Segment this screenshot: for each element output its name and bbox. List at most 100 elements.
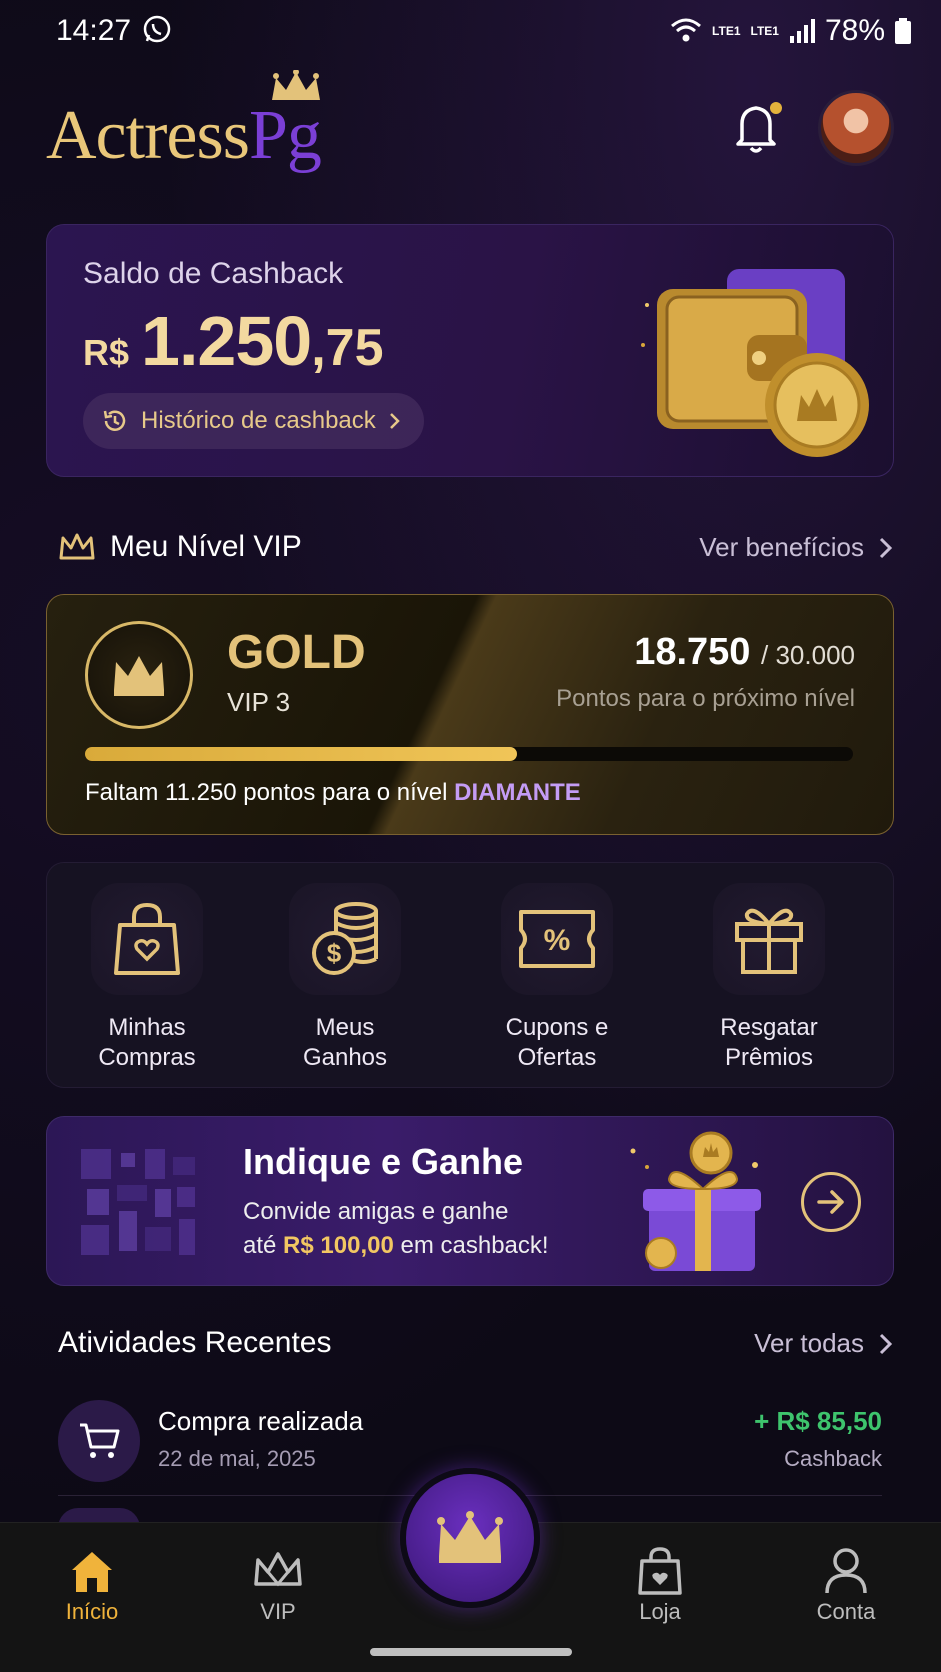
home-indicator — [370, 1648, 572, 1656]
shortcut-label-2: Prêmios — [724, 1044, 814, 1071]
shortcut-label-1: Minhas — [108, 1014, 186, 1041]
chevron-right-icon — [879, 537, 893, 558]
refer-banner[interactable]: Indique e Ganhe Convide amigas e ganhe a… — [46, 1116, 894, 1286]
activity-title: Compra realizada — [158, 1406, 364, 1436]
vip-next-tier: DIAMANTE — [454, 779, 581, 806]
view-benefits-link[interactable]: Ver benefícios — [699, 532, 894, 563]
activities-header: Atividades Recentes Ver todas — [58, 1326, 894, 1370]
view-all-link[interactable]: Ver todas — [754, 1328, 894, 1359]
shopping-cart-icon — [80, 1423, 120, 1458]
vip-points-total: / 30.000 — [761, 640, 855, 670]
nav-vip-label: VIP — [260, 1599, 296, 1624]
view-benefits-label: Ver benefícios — [699, 532, 864, 562]
shortcut-label-1: Resgatar — [720, 1014, 818, 1041]
cashback-label: Saldo de Cashback — [83, 257, 344, 290]
cashback-currency: R$ — [83, 332, 130, 373]
view-all-label: Ver todas — [754, 1328, 864, 1358]
refer-title: Indique e Ganhe — [243, 1141, 524, 1182]
shortcut-my-earnings[interactable]: $ Meus Ganhos — [245, 883, 445, 1073]
logo-text-pg: Pg — [248, 97, 322, 174]
whatsapp-icon — [143, 15, 171, 43]
nav-store-label: Loja — [639, 1599, 681, 1624]
shortcut-label-2: Ofertas — [517, 1044, 597, 1071]
activities-title: Atividades Recentes — [58, 1326, 332, 1359]
nav-home-label: Início — [65, 1599, 119, 1624]
vip-need-text: Faltam 11.250 pontos para o nível — [85, 779, 448, 806]
svg-text:%: % — [544, 924, 571, 957]
cashback-history-button[interactable]: Histórico de cashback — [83, 393, 424, 449]
refer-line-1: Convide amigas e ganhe — [243, 1198, 509, 1225]
shortcuts-panel: Minhas Compras $ Meus Ganhos % Cupons e Ofe… — [46, 862, 894, 1088]
nav-vip[interactable]: VIP — [218, 1543, 338, 1625]
logo-text-actress: Actress — [46, 97, 250, 174]
coins-icon: $ — [312, 902, 378, 975]
svg-text:$: $ — [327, 938, 342, 968]
cashback-amount-dec: ,75 — [311, 319, 384, 377]
home-icon — [72, 1552, 112, 1592]
activity-date: 22 de mai, 2025 — [158, 1446, 316, 1471]
refer-line-2-post: em cashback! — [400, 1232, 549, 1259]
gift-box-illustration — [630, 1131, 761, 1271]
vip-progress-bar — [85, 747, 853, 761]
activity-type: Cashback — [784, 1446, 882, 1471]
vip-badge — [85, 621, 193, 729]
qr-pattern-decoration — [81, 1149, 195, 1255]
shortcut-my-purchases[interactable]: Minhas Compras — [47, 883, 247, 1073]
network-1-label: LTE1 — [712, 24, 741, 38]
refer-line-2-pre: até — [243, 1232, 277, 1259]
history-icon — [103, 410, 126, 431]
shopping-bag-icon — [638, 1547, 682, 1595]
vip-level-label: VIP 3 — [227, 687, 291, 717]
vip-section-header: Meu Nível VIP Ver benefícios — [58, 526, 894, 570]
cashback-history-label: Histórico de cashback — [141, 407, 376, 434]
refer-go-button[interactable] — [801, 1172, 861, 1232]
wallet-coin-illustration — [641, 269, 869, 457]
nav-account-label: Conta — [816, 1599, 876, 1624]
crown-icon — [437, 1511, 503, 1563]
avatar[interactable] — [818, 90, 894, 166]
signal-icon — [789, 19, 815, 43]
nav-store[interactable]: Loja — [600, 1543, 720, 1625]
battery-percent: 78% — [824, 14, 885, 47]
chevron-right-icon — [879, 1333, 893, 1354]
shortcut-label-1: Cupons e — [505, 1014, 609, 1041]
nav-home[interactable]: Início — [32, 1543, 152, 1625]
vip-tier-name: GOLD — [227, 626, 366, 679]
shortcut-label-2: Ganhos — [302, 1044, 388, 1071]
refer-amount: R$ 100,00 — [283, 1232, 394, 1259]
activity-icon-bg — [58, 1400, 140, 1482]
crown-icon — [59, 533, 95, 560]
vip-level-card[interactable]: GOLD VIP 3 18.750 / 30.000 Pontos para o… — [46, 594, 894, 835]
clock: 14:27 — [56, 14, 132, 47]
network-2-label: LTE1 — [750, 24, 779, 38]
shortcut-label-2: Compras — [98, 1044, 196, 1071]
shortcut-coupons[interactable]: % Cupons e Ofertas — [457, 883, 657, 1073]
vip-section-title: Meu Nível VIP — [110, 530, 302, 563]
user-icon — [825, 1548, 867, 1594]
vip-points: 18.750 / 30.000 — [634, 631, 855, 674]
cashback-amount: R$ 1.250 ,75 — [83, 301, 384, 381]
gift-icon — [735, 908, 803, 974]
vip-points-current: 18.750 — [634, 631, 751, 673]
wifi-icon — [671, 18, 702, 42]
center-crown-button[interactable] — [400, 1468, 540, 1608]
vip-progress-fill — [85, 747, 517, 761]
vip-points-needed: Faltam 11.250 pontos para o nível DIAMAN… — [85, 779, 581, 807]
vip-points-label: Pontos para o próximo nível — [556, 685, 855, 712]
cashback-amount-int: 1.250 — [141, 302, 312, 380]
battery-icon — [895, 18, 911, 44]
crown-icon — [254, 1552, 302, 1587]
chevron-right-icon — [389, 413, 400, 429]
status-bar: 14:27 LTE1 LTE1 78% — [0, 0, 941, 64]
arrow-right-icon — [817, 1190, 844, 1214]
cashback-card: Saldo de Cashback R$ 1.250 ,75 Histórico… — [46, 224, 894, 477]
shopping-bag-heart-icon — [114, 902, 180, 975]
crown-icon — [114, 656, 164, 696]
coupon-icon: % — [519, 910, 595, 968]
nav-account[interactable]: Conta — [786, 1543, 906, 1625]
shortcut-redeem-prizes[interactable]: Resgatar Prêmios — [669, 883, 869, 1073]
notification-bell-icon[interactable] — [732, 100, 784, 156]
activity-value: + R$ 85,50 — [754, 1406, 882, 1436]
refer-text: Convide amigas e ganhe até R$ 100,00 em … — [243, 1195, 549, 1263]
app-logo[interactable]: ActressPg — [46, 70, 366, 180]
